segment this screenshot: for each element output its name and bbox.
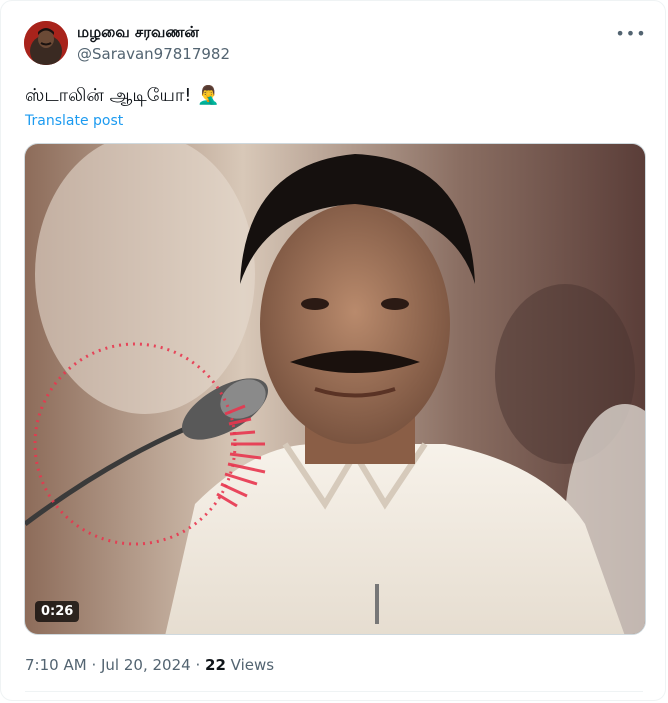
author-display-name[interactable]: மழவை சரவணன் xyxy=(77,23,199,43)
more-options-button[interactable]: ••• xyxy=(615,23,645,43)
avatar[interactable] xyxy=(24,21,68,65)
views-label: Views xyxy=(230,656,275,674)
tweet-meta: 7:10 AM · Jul 20, 2024 · 22 Views xyxy=(25,656,274,674)
meta-separator-2: · xyxy=(195,656,201,674)
facepalm-emoji-icon: 🤦‍♂️ xyxy=(197,85,220,106)
translate-post-link[interactable]: Translate post xyxy=(25,113,123,129)
tweet-time[interactable]: 7:10 AM xyxy=(25,656,87,674)
tweet-text-body: ஸ்டாலின் ஆடியோ! xyxy=(25,85,192,106)
meta-separator: · xyxy=(91,656,97,674)
author-handle[interactable]: @Saravan97817982 xyxy=(77,45,230,63)
video-duration-badge: 0:26 xyxy=(35,601,80,622)
video-player[interactable]: 0:26 xyxy=(24,143,646,635)
avatar-image xyxy=(24,21,68,65)
divider xyxy=(25,691,643,692)
video-thumbnail xyxy=(25,144,645,634)
more-horizontal-icon: ••• xyxy=(615,23,647,43)
views-count[interactable]: 22 xyxy=(205,656,226,674)
tweet-date[interactable]: Jul 20, 2024 xyxy=(101,656,191,674)
tweet-card: மழவை சரவணன் @Saravan97817982 ••• ஸ்டாலின… xyxy=(0,0,666,701)
tweet-text: ஸ்டாலின் ஆடியோ! 🤦‍♂️ xyxy=(25,85,220,108)
